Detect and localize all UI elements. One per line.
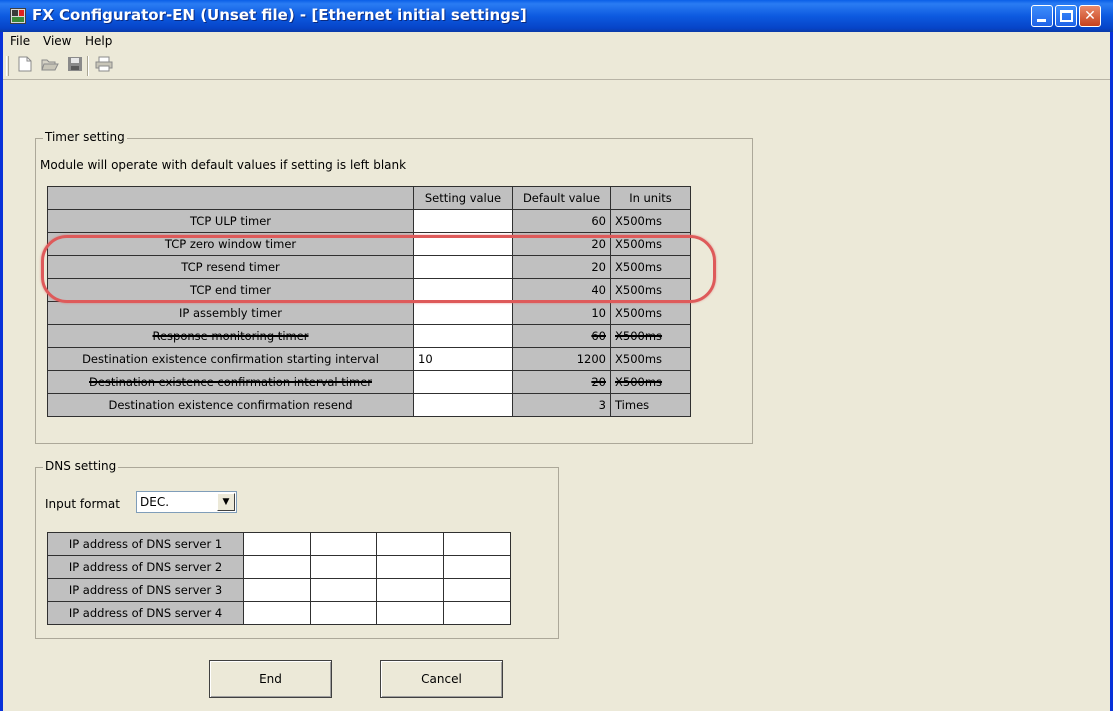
timer-row: IP assembly timer 10 X500ms xyxy=(47,301,691,325)
close-icon: ✕ xyxy=(1084,8,1096,24)
dns-row: IP address of DNS server 3 xyxy=(47,578,511,602)
timer-row: TCP ULP timer 60 X500ms xyxy=(47,209,691,233)
dns-octet-input[interactable] xyxy=(310,555,377,579)
menu-file[interactable]: File xyxy=(10,34,30,48)
dns-octet-input[interactable] xyxy=(376,601,444,625)
toolbar xyxy=(3,52,1110,80)
timer-default-value: 10 xyxy=(512,301,611,325)
dns-octet-input[interactable] xyxy=(310,532,377,556)
dns-octet-input[interactable] xyxy=(376,532,444,556)
dns-octet-input[interactable] xyxy=(243,532,311,556)
timer-setting-input[interactable] xyxy=(413,370,513,394)
header-setting-value: Setting value xyxy=(413,186,513,210)
dns-server-label: IP address of DNS server 4 xyxy=(47,601,244,625)
minimize-button[interactable] xyxy=(1031,5,1053,27)
toolbar-separator xyxy=(87,56,89,76)
timer-default-value: 60 xyxy=(512,209,611,233)
highlight-ellipse xyxy=(41,235,716,303)
dns-row: IP address of DNS server 1 xyxy=(47,532,511,556)
minimize-icon xyxy=(1037,19,1046,22)
timer-setting-input[interactable] xyxy=(413,209,513,233)
input-format-label: Input format xyxy=(45,497,120,511)
timer-units: X500ms xyxy=(610,324,691,348)
timer-row: Destination existence confirmation inter… xyxy=(47,370,691,394)
dns-row: IP address of DNS server 4 xyxy=(47,601,511,625)
dns-octet-input[interactable] xyxy=(243,578,311,602)
timer-table-header: Setting value Default value In units xyxy=(47,186,691,210)
timer-row: Destination existence confirmation start… xyxy=(47,347,691,371)
window-title: FX Configurator-EN (Unset file) - [Ether… xyxy=(32,6,527,24)
end-button[interactable]: End xyxy=(209,660,332,698)
header-default-value: Default value xyxy=(512,186,611,210)
timer-row: Destination existence confirmation resen… xyxy=(47,393,691,417)
timer-setting-input[interactable] xyxy=(413,393,513,417)
input-format-select[interactable]: DEC. ▼ xyxy=(136,491,237,513)
timer-units: X500ms xyxy=(610,347,691,371)
dns-octet-input[interactable] xyxy=(310,578,377,602)
save-disk-icon[interactable] xyxy=(65,56,85,76)
dns-octet-input[interactable] xyxy=(443,601,511,625)
dns-octet-input[interactable] xyxy=(376,555,444,579)
print-icon[interactable] xyxy=(94,56,114,76)
cancel-button[interactable]: Cancel xyxy=(380,660,503,698)
new-file-icon[interactable] xyxy=(15,56,35,76)
timer-units: X500ms xyxy=(610,301,691,325)
dns-server-label: IP address of DNS server 3 xyxy=(47,578,244,602)
timer-default-value: 60 xyxy=(512,324,611,348)
open-folder-icon[interactable] xyxy=(40,56,60,76)
timer-label: Destination existence confirmation inter… xyxy=(47,370,414,394)
timer-setting-title: Timer setting xyxy=(43,130,127,144)
dns-octet-input[interactable] xyxy=(243,555,311,579)
dns-octet-input[interactable] xyxy=(443,532,511,556)
timer-units: X500ms xyxy=(610,370,691,394)
header-blank xyxy=(47,186,414,210)
app-icon[interactable] xyxy=(10,8,26,24)
timer-label: IP assembly timer xyxy=(47,301,414,325)
input-format-value: DEC. xyxy=(140,495,170,509)
toolbar-grip[interactable] xyxy=(6,56,9,76)
timer-default-value: 1200 xyxy=(512,347,611,371)
timer-units: X500ms xyxy=(610,209,691,233)
header-in-units: In units xyxy=(610,186,691,210)
timer-units: Times xyxy=(610,393,691,417)
dns-octet-input[interactable] xyxy=(310,601,377,625)
dns-table: IP address of DNS server 1 IP address of … xyxy=(47,532,511,625)
maximize-button[interactable] xyxy=(1055,5,1077,27)
title-bar[interactable]: FX Configurator-EN (Unset file) - [Ether… xyxy=(0,0,1113,32)
menu-help[interactable]: Help xyxy=(85,34,112,48)
close-button[interactable]: ✕ xyxy=(1079,5,1101,27)
timer-setting-note: Module will operate with default values … xyxy=(40,158,407,172)
dns-octet-input[interactable] xyxy=(443,555,511,579)
dns-octet-input[interactable] xyxy=(376,578,444,602)
timer-row: Response monitoring timer 60 X500ms xyxy=(47,324,691,348)
dns-setting-title: DNS setting xyxy=(43,459,119,473)
dns-server-label: IP address of DNS server 2 xyxy=(47,555,244,579)
menu-view[interactable]: View xyxy=(43,34,71,48)
dns-octet-input[interactable] xyxy=(443,578,511,602)
app-window: FX Configurator-EN (Unset file) - [Ether… xyxy=(0,0,1113,711)
timer-setting-input[interactable]: 10 xyxy=(413,347,513,371)
timer-label: Destination existence confirmation resen… xyxy=(47,393,414,417)
timer-label: TCP ULP timer xyxy=(47,209,414,233)
timer-default-value: 20 xyxy=(512,370,611,394)
timer-setting-input[interactable] xyxy=(413,301,513,325)
chevron-down-icon[interactable]: ▼ xyxy=(217,493,235,511)
dns-row: IP address of DNS server 2 xyxy=(47,555,511,579)
timer-label: Destination existence confirmation start… xyxy=(47,347,414,371)
timer-label: Response monitoring timer xyxy=(47,324,414,348)
menu-bar: File View Help xyxy=(3,32,1110,52)
dns-octet-input[interactable] xyxy=(243,601,311,625)
timer-default-value: 3 xyxy=(512,393,611,417)
timer-setting-input[interactable] xyxy=(413,324,513,348)
dns-server-label: IP address of DNS server 1 xyxy=(47,532,244,556)
maximize-icon xyxy=(1060,10,1073,22)
